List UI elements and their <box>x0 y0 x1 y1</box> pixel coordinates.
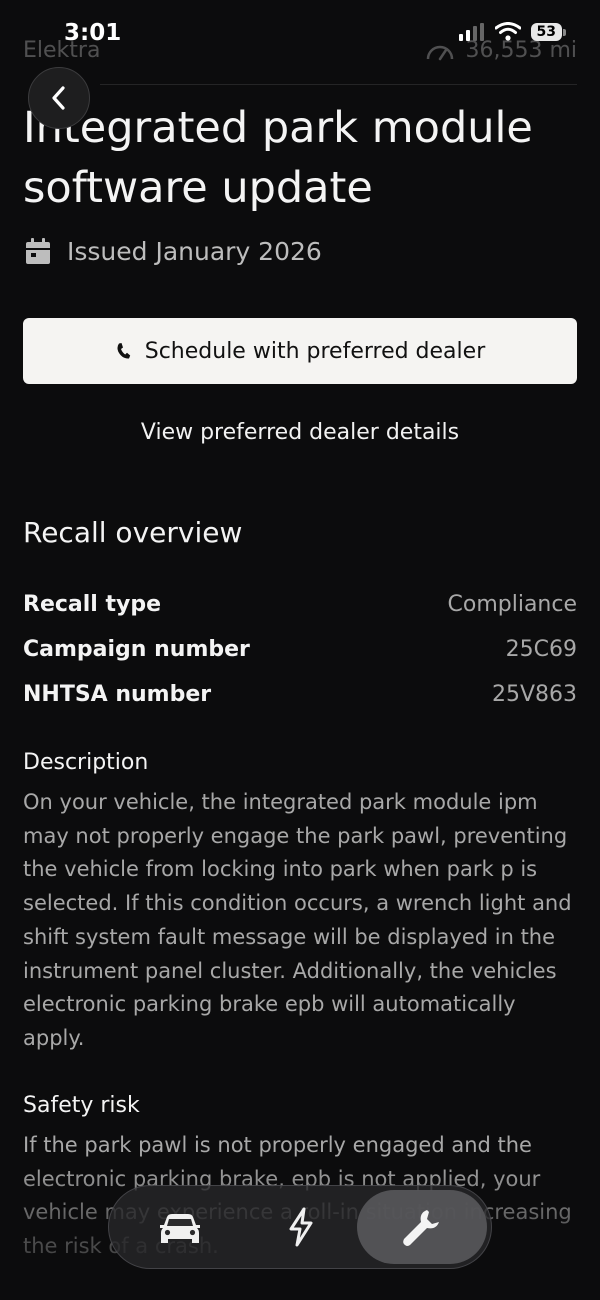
schedule-button-label: Schedule with preferred dealer <box>144 338 486 364</box>
detail-value: Compliance <box>447 592 578 617</box>
detail-label: NHTSA number <box>23 682 212 707</box>
back-button[interactable] <box>28 67 90 129</box>
header-divider <box>100 84 577 85</box>
campaign-number-row: Campaign number 25C69 <box>23 637 577 662</box>
chevron-left-icon <box>52 86 65 110</box>
calendar-icon <box>26 238 50 264</box>
issued-row: Issued January 2026 <box>23 236 322 266</box>
wifi-icon <box>494 22 521 41</box>
status-icons: 53 <box>458 22 567 41</box>
bottom-tab-bar <box>108 1185 492 1269</box>
tab-vehicle[interactable] <box>117 1190 243 1264</box>
issued-date: Issued January 2026 <box>67 236 322 266</box>
detail-value: 25V863 <box>491 682 577 707</box>
wrench-icon <box>403 1210 439 1246</box>
tab-service[interactable] <box>357 1190 487 1264</box>
detail-label: Campaign number <box>23 637 250 662</box>
tab-energy[interactable] <box>239 1190 363 1264</box>
cellular-signal-icon <box>458 22 484 41</box>
lightning-icon <box>289 1207 313 1247</box>
car-icon <box>160 1214 200 1243</box>
battery-indicator: 53 <box>530 22 567 41</box>
phone-icon <box>117 343 130 359</box>
detail-value: 25C69 <box>505 637 577 662</box>
page-title: Integrated park module software update <box>23 103 533 213</box>
recall-type-row: Recall type Compliance <box>23 592 577 617</box>
recall-overview-title: Recall overview <box>23 516 243 549</box>
safety-risk-heading: Safety risk <box>23 1093 140 1118</box>
detail-label: Recall type <box>23 592 162 617</box>
status-time: 3:01 <box>64 20 122 46</box>
description-text: On your vehicle, the integrated park mod… <box>23 790 572 1050</box>
view-dealer-details-link[interactable]: View preferred dealer details <box>0 420 600 445</box>
nhtsa-number-row: NHTSA number 25V863 <box>23 682 577 707</box>
status-bar: 3:01 53 <box>0 0 600 70</box>
description-heading: Description <box>23 750 149 775</box>
schedule-button[interactable]: Schedule with preferred dealer <box>23 318 577 384</box>
